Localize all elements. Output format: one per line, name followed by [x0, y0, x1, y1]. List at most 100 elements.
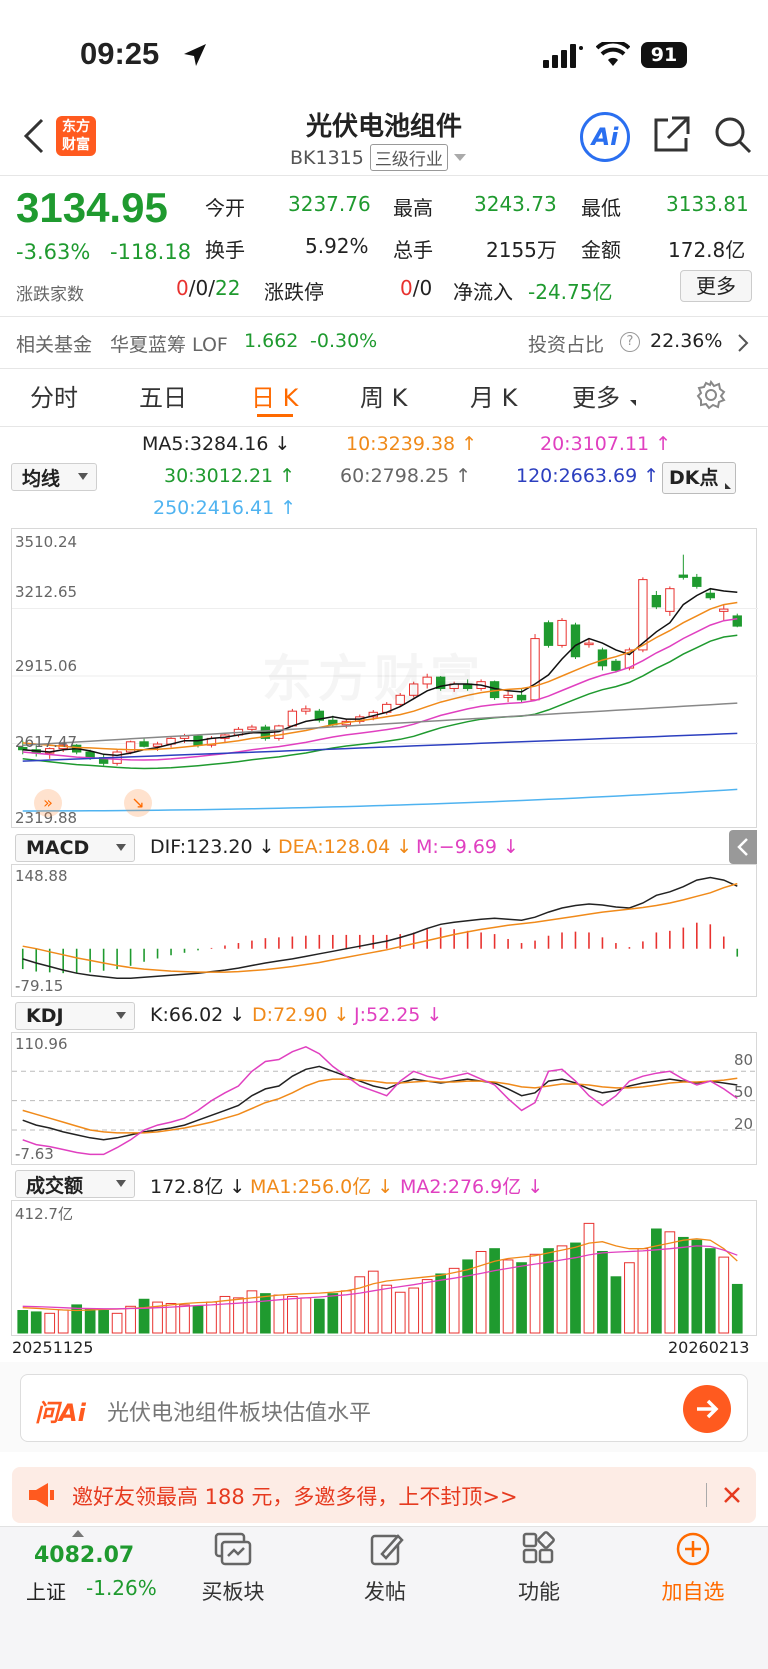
nav-buy-block[interactable]: 买板块: [173, 1576, 293, 1606]
signal-icon: [543, 44, 583, 72]
kline-candle-down: [678, 574, 689, 578]
volume-svg: [17, 1222, 743, 1334]
kline-candle-up: [584, 642, 594, 646]
kline-candle-down: [705, 592, 715, 599]
tab-weekly-k[interactable]: 周 K: [360, 378, 407, 413]
settings-gear-icon[interactable]: [696, 379, 726, 414]
double-chevron-icon[interactable]: »: [34, 789, 62, 817]
volume-bar-down: [677, 1236, 689, 1334]
nav-add-watch[interactable]: 加自选: [633, 1576, 753, 1606]
volume-bar-down: [98, 1310, 109, 1334]
updown-label: 涨跌家数: [16, 285, 84, 305]
volume-bar-up: [219, 1295, 231, 1334]
share-icon[interactable]: [650, 114, 692, 160]
kline-candle-down: [516, 694, 527, 701]
kline-candle-down: [543, 622, 554, 646]
location-arrow-icon: [180, 40, 210, 74]
limit-label: 涨跌停: [264, 280, 324, 304]
tab-five-day[interactable]: 五日: [139, 378, 187, 413]
ma250-legend: 250:2416.41 ↑: [153, 497, 297, 519]
close-icon[interactable]: [720, 1483, 744, 1511]
collapse-arrow-icon[interactable]: ↘: [124, 789, 152, 817]
chevron-down-icon: [453, 154, 466, 161]
functions-icon[interactable]: [520, 1530, 558, 1572]
sector-code[interactable]: BK1315 三级行业: [290, 144, 466, 171]
limit-up-count: 0: [400, 276, 413, 300]
macd-selector[interactable]: MACD: [15, 834, 135, 862]
volume-bar-down: [597, 1250, 608, 1334]
ma20-legend: 20:3107.11 ↑: [540, 433, 672, 455]
tab-more[interactable]: 更多: [572, 378, 620, 413]
volume-chart[interactable]: 412.7亿: [11, 1200, 757, 1336]
ratio-label: 投资占比: [528, 334, 605, 356]
volume-bar-up: [394, 1291, 406, 1334]
volume-bar-up: [637, 1248, 649, 1334]
netflow-value: -24.75亿: [528, 280, 613, 304]
header: 东方 财富 光伏电池组件 BK1315 三级行业 Ai: [0, 100, 768, 175]
limit-counts: 0/0: [400, 276, 433, 300]
tab-daily-k[interactable]: 日 K: [251, 378, 298, 413]
kline-candle-up: [638, 579, 648, 651]
date-start: 20251125: [12, 1338, 94, 1357]
fund-row[interactable]: 相关基金 华夏蓝筹 LOF 1.662 -0.30% 投资占比 ? 22.36%: [16, 330, 756, 360]
index-value[interactable]: 4082.07: [34, 1543, 134, 1568]
tab-monthly-k[interactable]: 月 K: [470, 378, 517, 413]
macd-svg: [21, 876, 739, 979]
promo-text: 邀好友领最高 188 元，多邀多得，上不封顶>>: [72, 1485, 518, 1509]
kdj-k-line: [22, 1065, 738, 1141]
kline-chart[interactable]: 东方财富 3510.24 3212.65 2915.06 2617.47 231…: [11, 528, 758, 828]
open-label: 今开: [205, 196, 245, 220]
volume-bar-up: [408, 1287, 420, 1334]
nav-post[interactable]: 发帖: [325, 1576, 445, 1606]
volume-bar-up: [287, 1295, 298, 1334]
send-arrow-icon[interactable]: [683, 1385, 731, 1433]
kline-candle-down: [597, 649, 608, 667]
volume-bar-up: [111, 1312, 123, 1334]
tab-intraday[interactable]: 分时: [30, 378, 78, 413]
panel-toggle-tab[interactable]: [729, 830, 757, 864]
volume-bar-up: [475, 1250, 487, 1334]
dk-button-label: DK点: [669, 467, 719, 489]
kline-y3: 2915.06: [15, 657, 78, 675]
promo-banner[interactable]: 邀好友领最高 188 元，多邀多得，上不封顶>>: [12, 1467, 756, 1523]
volume-value: 2155万: [486, 238, 557, 262]
kline-candle-down: [651, 594, 662, 608]
kline-candle-up: [287, 710, 298, 727]
change-pct: -3.63%: [16, 240, 91, 264]
macd-dea: DEA:128.04 ↓: [278, 836, 413, 858]
volume-bar-down: [192, 1305, 204, 1334]
post-icon[interactable]: [368, 1530, 406, 1572]
down-count: 22: [214, 276, 241, 300]
dropdown-caret-icon: [78, 473, 88, 480]
battery-indicator: 91: [641, 42, 687, 68]
volume-selector[interactable]: 成交额: [15, 1170, 135, 1198]
dk-button[interactable]: DK点: [662, 462, 736, 494]
kdj-d: D:72.90 ↓: [252, 1004, 350, 1026]
kline-candle-down: [570, 624, 581, 658]
volume-bar-up: [354, 1276, 366, 1334]
ask-ai-input[interactable]: 问Ai 光伏电池组件板块估值水平: [20, 1374, 748, 1442]
volume-bar-up: [664, 1231, 676, 1334]
nav-functions[interactable]: 功能: [479, 1576, 599, 1606]
volume-bar-up: [502, 1259, 514, 1334]
ma-selector[interactable]: 均线: [11, 463, 97, 491]
help-icon[interactable]: ?: [620, 332, 640, 352]
fund-change: -0.30%: [310, 330, 378, 352]
kline-candle-up: [719, 608, 729, 612]
fund-price: 1.662: [244, 330, 299, 352]
kdj-chart[interactable]: 110.96 -7.63 80 50 20: [11, 1032, 758, 1165]
ai-button[interactable]: Ai: [580, 112, 630, 162]
ma-selector-label: 均线: [22, 467, 61, 490]
search-icon[interactable]: [712, 114, 754, 160]
kdj-selector[interactable]: KDJ: [15, 1002, 135, 1030]
add-watch-icon[interactable]: [674, 1530, 712, 1572]
more-button[interactable]: 更多: [680, 270, 752, 302]
volume-bar-down: [30, 1311, 42, 1334]
macd-chart[interactable]: 148.88 -79.15: [11, 864, 757, 997]
fund-name: 华夏蓝筹 LOF: [110, 334, 228, 356]
macd-m: M:−9.69 ↓: [416, 836, 519, 858]
low-value: 3133.81: [666, 192, 749, 216]
low-label: 最低: [581, 196, 621, 220]
volume-bar-up: [529, 1253, 541, 1334]
buy-block-icon[interactable]: [212, 1530, 254, 1572]
